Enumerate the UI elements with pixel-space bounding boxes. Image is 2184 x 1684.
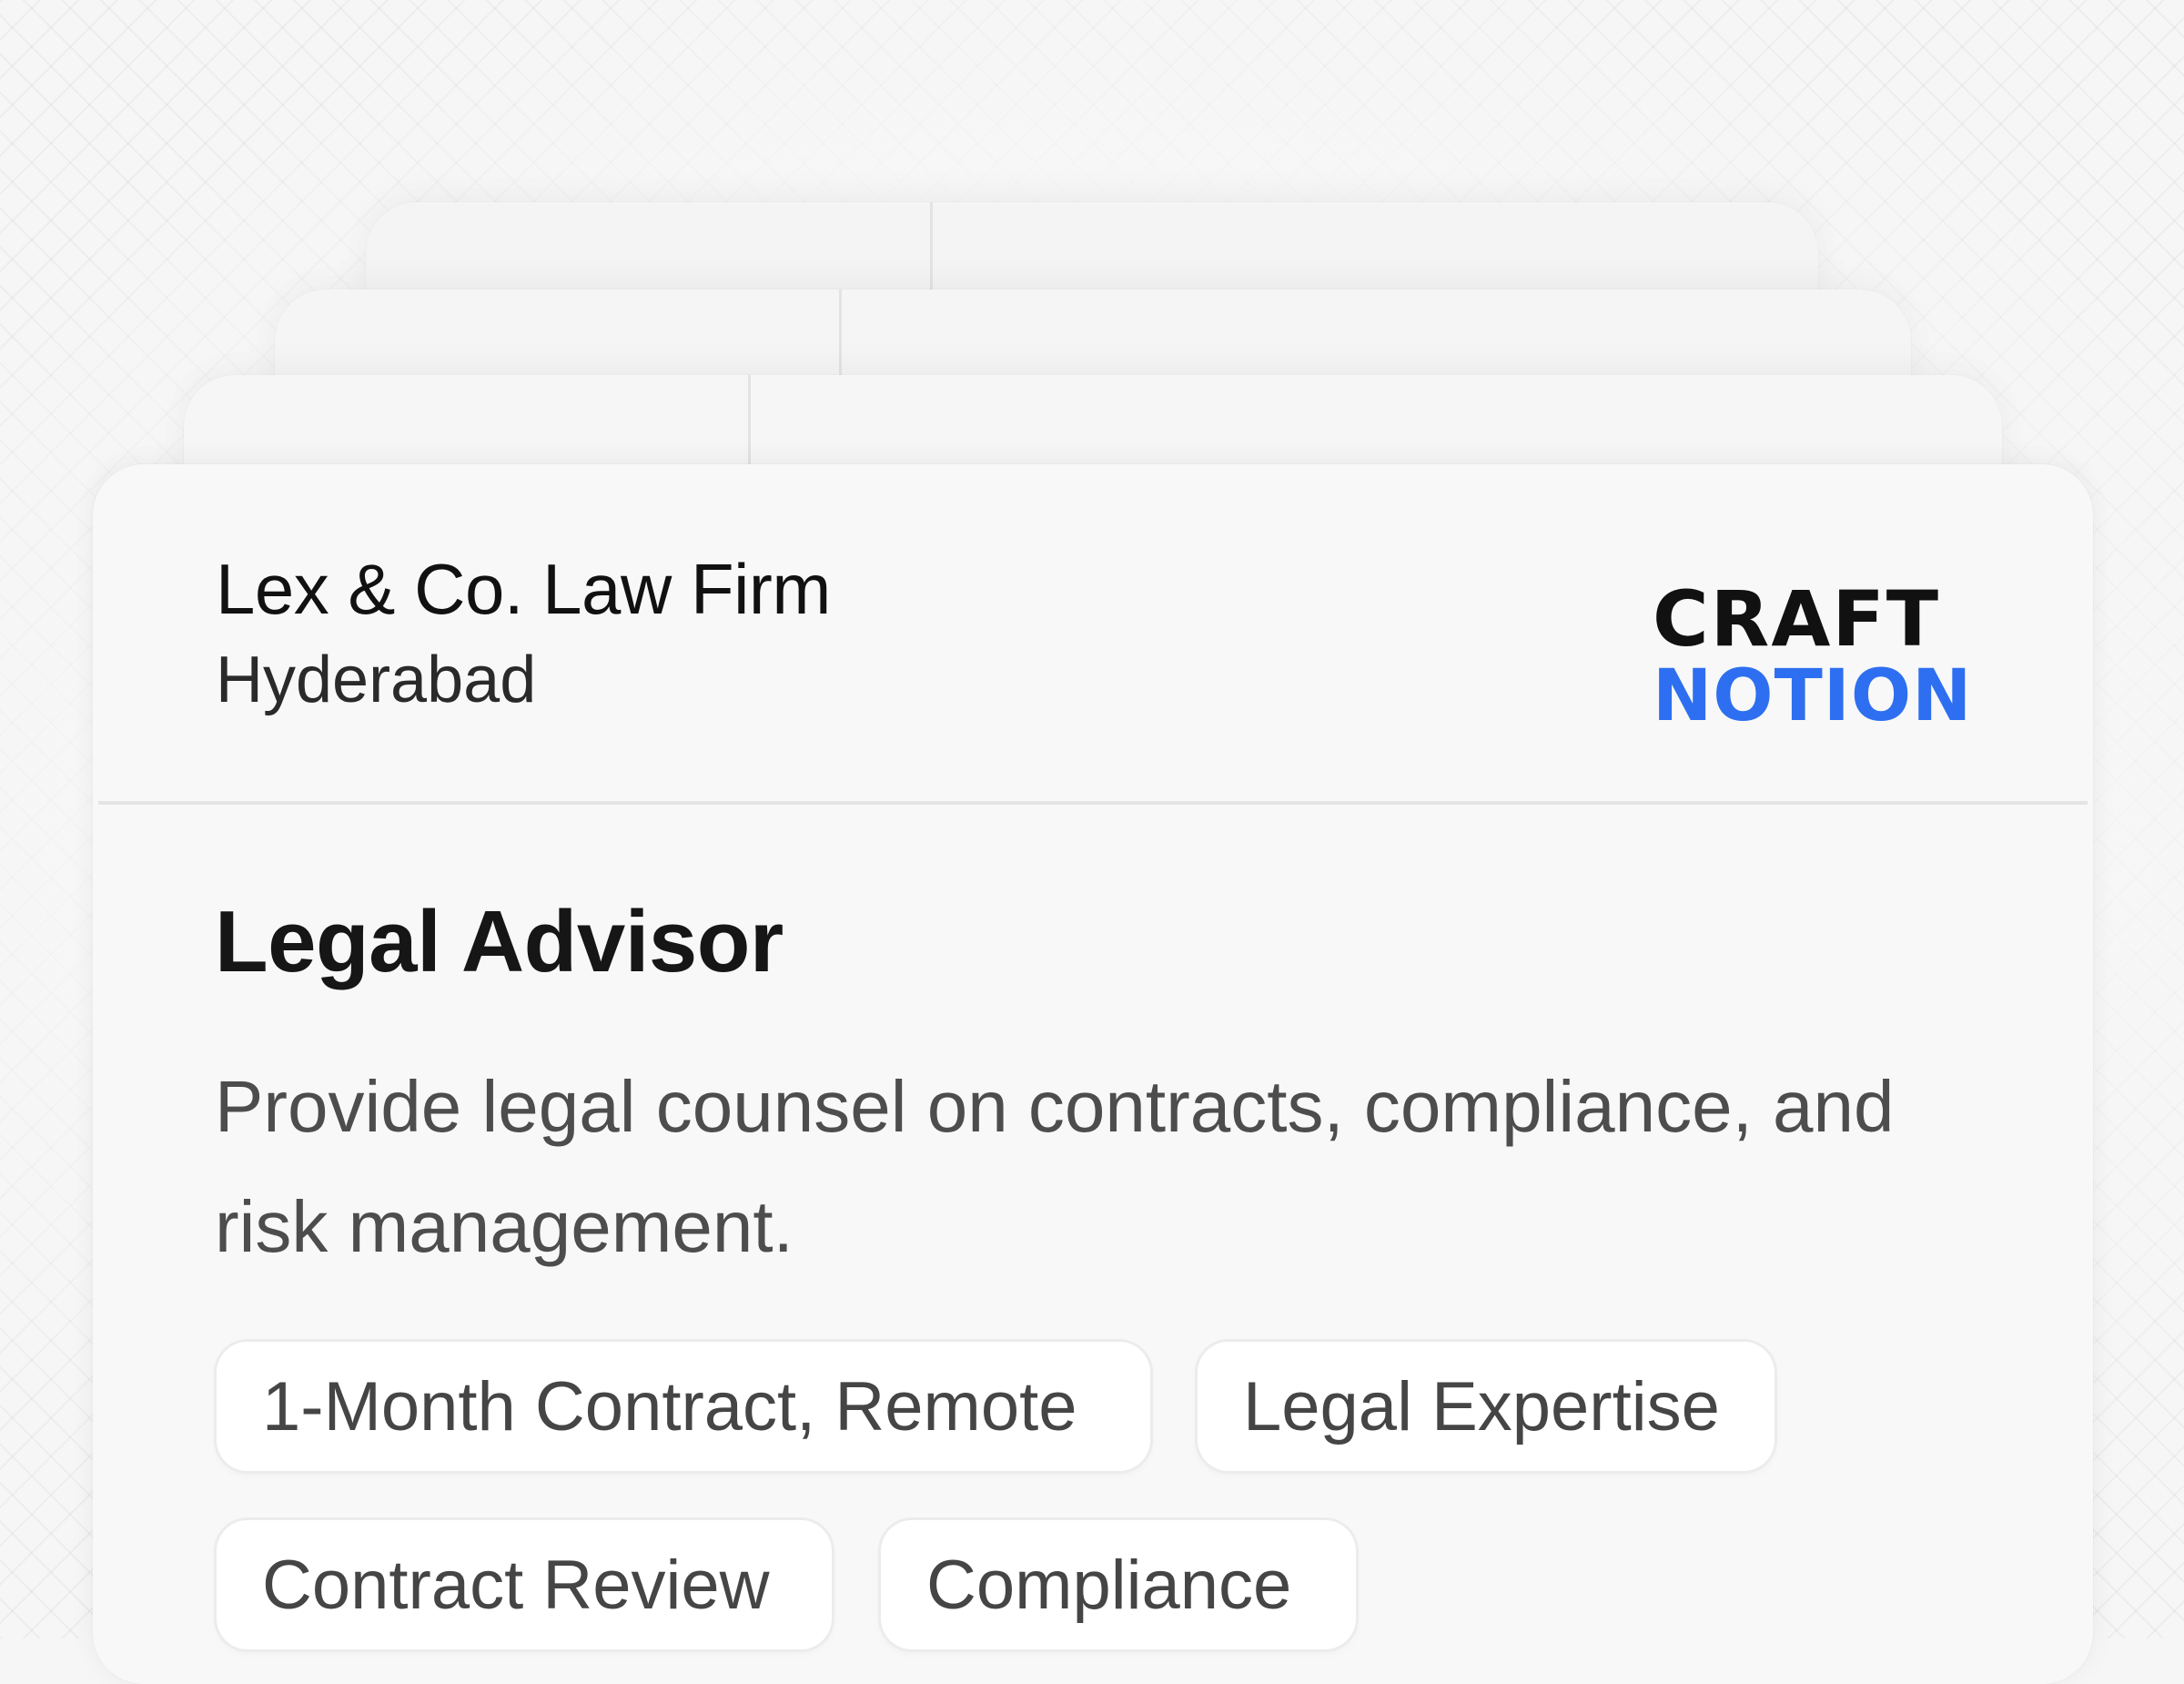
tag-compliance[interactable]: Compliance [881, 1520, 1356, 1649]
tag-legal-expertise[interactable]: Legal Expertise [1198, 1342, 1774, 1471]
tag-list: 1-Month Contract, Remote Legal Expertise… [0, 0, 2184, 1649]
tag-contract-remote[interactable]: 1-Month Contract, Remote [217, 1342, 1150, 1471]
tag-contract-review[interactable]: Contract Review [217, 1520, 832, 1649]
